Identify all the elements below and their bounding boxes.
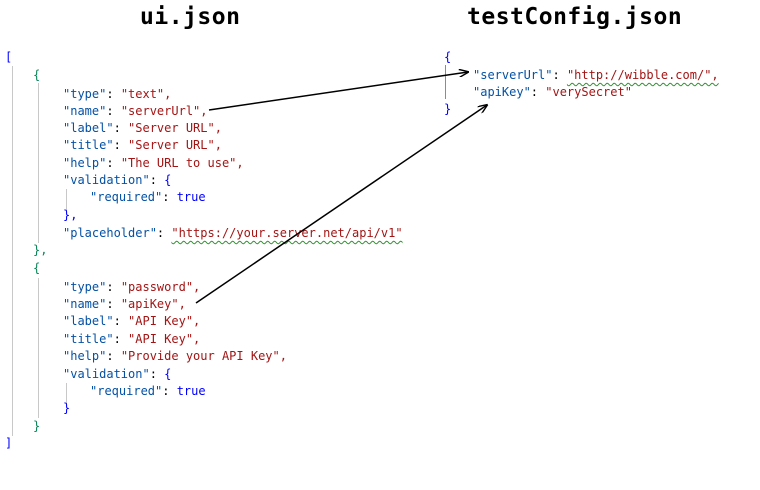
arrow-serverurl xyxy=(208,72,468,111)
mapping-arrows xyxy=(195,0,760,304)
arrow-apikey xyxy=(195,105,487,304)
